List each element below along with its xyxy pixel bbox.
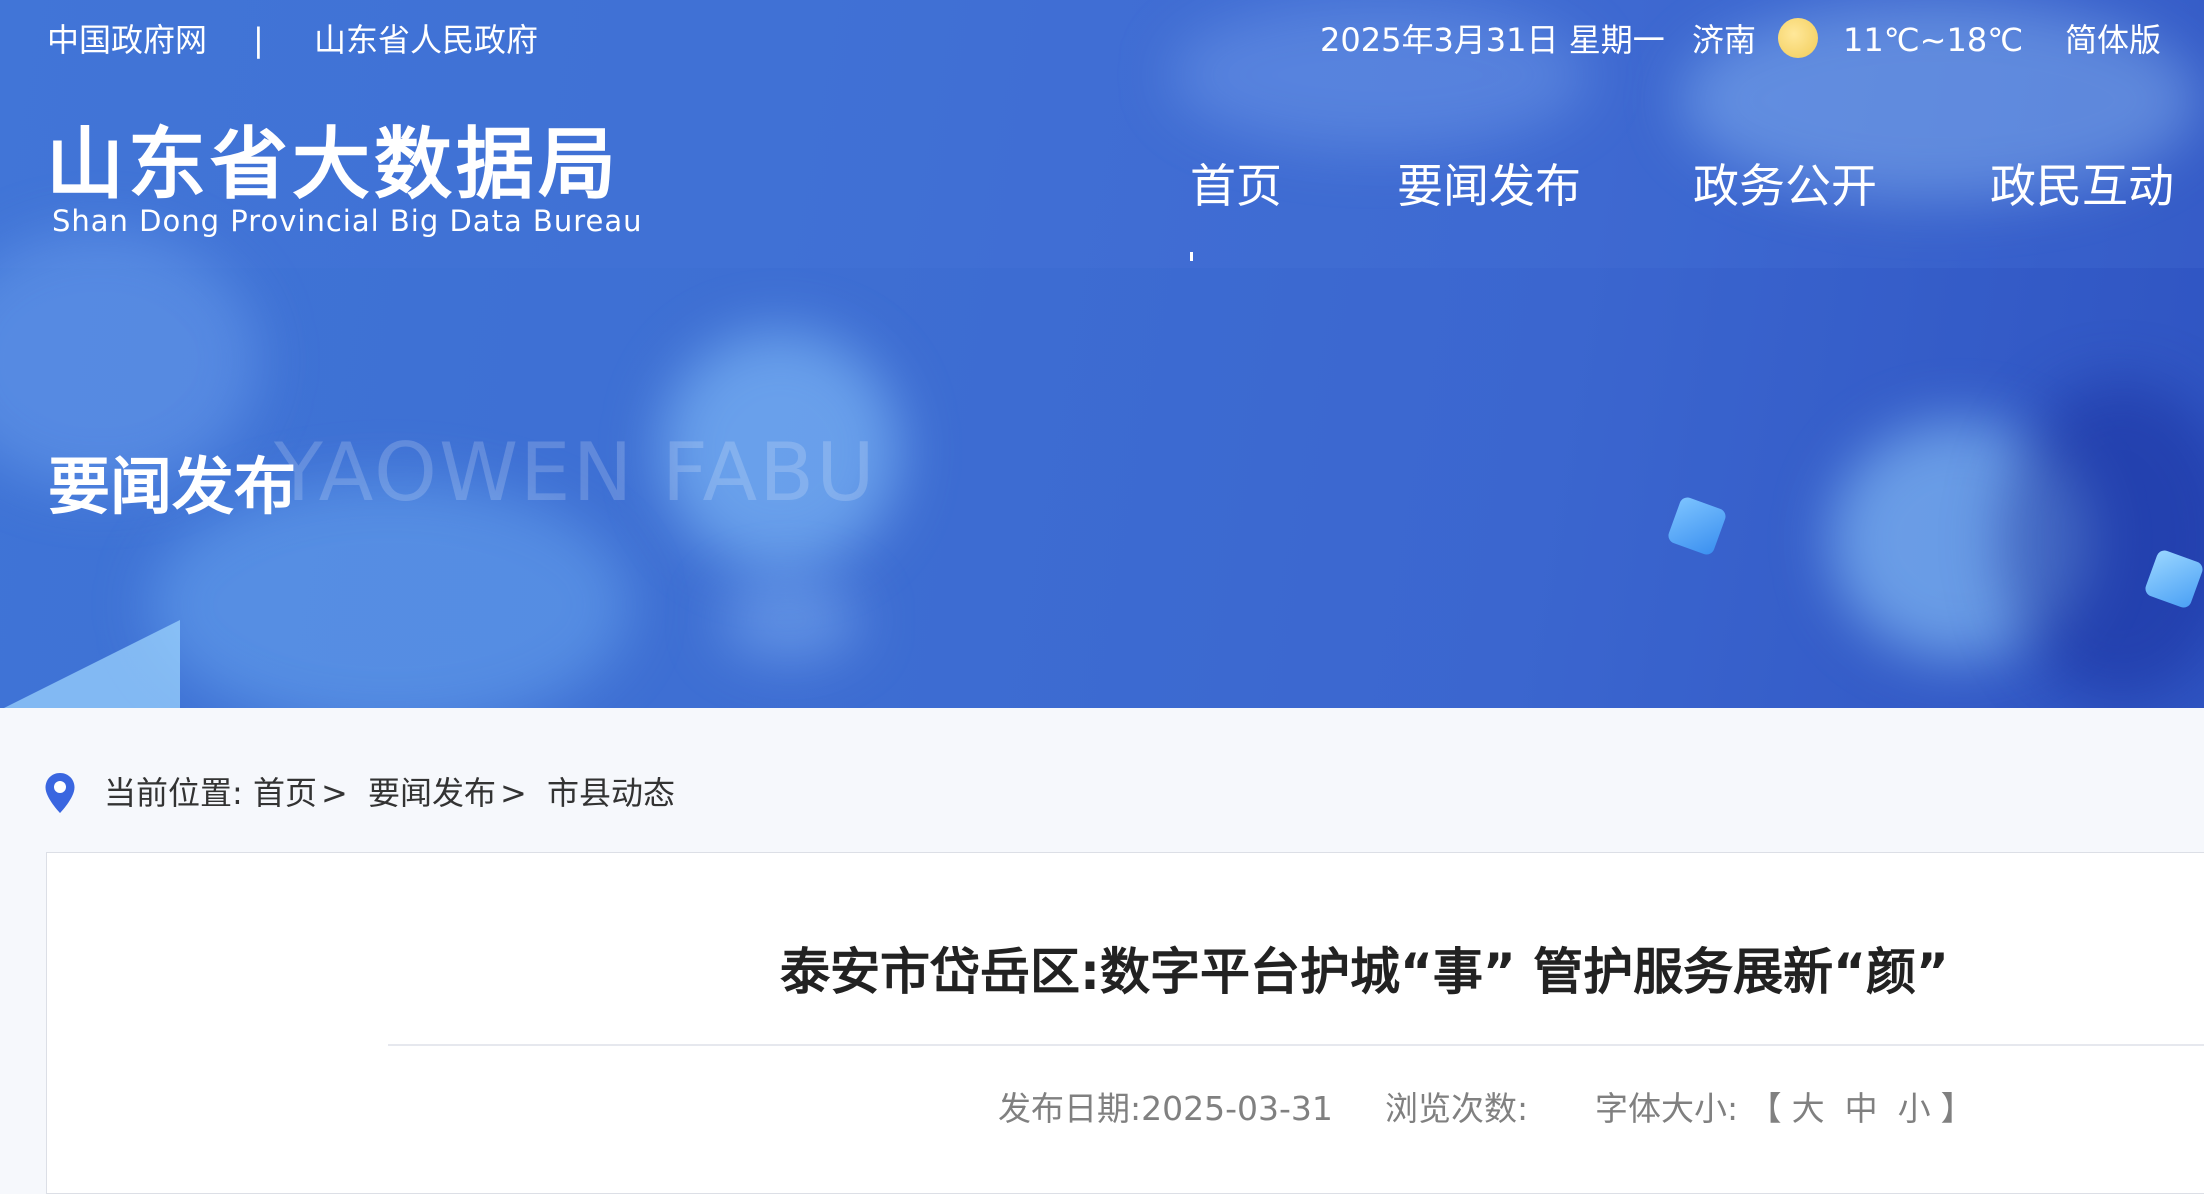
article-card [46, 852, 2204, 1194]
font-size-large-button[interactable]: 大 [1792, 1089, 1825, 1128]
link-china-gov[interactable]: 中国政府网 [47, 18, 207, 62]
font-size-label: 字体大小: [1595, 1089, 1739, 1128]
current-date: 2025年3月31日 星期一 [1320, 21, 1665, 59]
font-size-control: 字体大小: 【大中小】 [1595, 1086, 1974, 1132]
nav-home[interactable]: 首页 [1190, 150, 1282, 216]
font-size-medium-button[interactable]: 中 [1845, 1089, 1878, 1128]
bracket-open: 【 [1748, 1089, 1782, 1128]
view-count-label: 浏览次数: [1385, 1089, 1529, 1128]
decor-triangle [0, 620, 180, 708]
breadcrumb-county-news[interactable]: 市县动态 [547, 774, 675, 812]
nav-interaction[interactable]: 政民互动 [1990, 150, 2174, 216]
bracket-close: 】 [1940, 1089, 1974, 1128]
sun-icon [1778, 18, 1818, 58]
location-pin-icon [45, 773, 75, 813]
title-divider [388, 1044, 2204, 1046]
section-title-en: YAOWEN FABU [274, 426, 877, 519]
nav-news[interactable]: 要闻发布 [1397, 150, 1581, 216]
weather-city: 济南 [1692, 21, 1757, 59]
article-title: 泰安市岱岳区:数字平台护城“事” 管护服务展新“颜” [780, 943, 1949, 1001]
nav-public-affairs[interactable]: 政务公开 [1693, 150, 1877, 216]
breadcrumb-separator: > [320, 774, 348, 812]
top-divider: | [253, 21, 264, 59]
top-utility-bar: 中国政府网 | 山东省人民政府 2025年3月31日 星期一 济南 11℃~18… [0, 18, 2204, 62]
header-banner: 中国政府网 | 山东省人民政府 2025年3月31日 星期一 济南 11℃~18… [0, 0, 2204, 708]
link-shandong-gov[interactable]: 山东省人民政府 [314, 18, 538, 62]
language-switch[interactable]: 简体版 [2065, 18, 2161, 62]
decor-blob [720, 580, 860, 660]
breadcrumb-prefix: 当前位置: [104, 774, 243, 812]
publish-date-label: 发布日期: [998, 1089, 1142, 1128]
breadcrumb-home[interactable]: 首页 [253, 774, 317, 812]
decor-cube [1666, 495, 1728, 557]
nav-active-indicator [1190, 252, 1193, 261]
weather-temperature: 11℃~18℃ [1843, 21, 2024, 59]
publish-date-value: 2025-03-31 [1141, 1089, 1333, 1128]
font-size-small-button[interactable]: 小 [1898, 1089, 1931, 1128]
publish-date: 发布日期:2025-03-31 [998, 1086, 1333, 1132]
breadcrumb-separator: > [499, 774, 527, 812]
decor-blob [2000, 380, 2204, 700]
view-count: 浏览次数: [1385, 1086, 1528, 1132]
site-logo-cn[interactable]: 山东省大数据局 [46, 102, 620, 214]
section-title: 要闻发布 [48, 450, 297, 523]
site-logo-en[interactable]: Shan Dong Provincial Big Data Bureau [52, 204, 642, 238]
breadcrumb-news[interactable]: 要闻发布 [368, 774, 496, 812]
